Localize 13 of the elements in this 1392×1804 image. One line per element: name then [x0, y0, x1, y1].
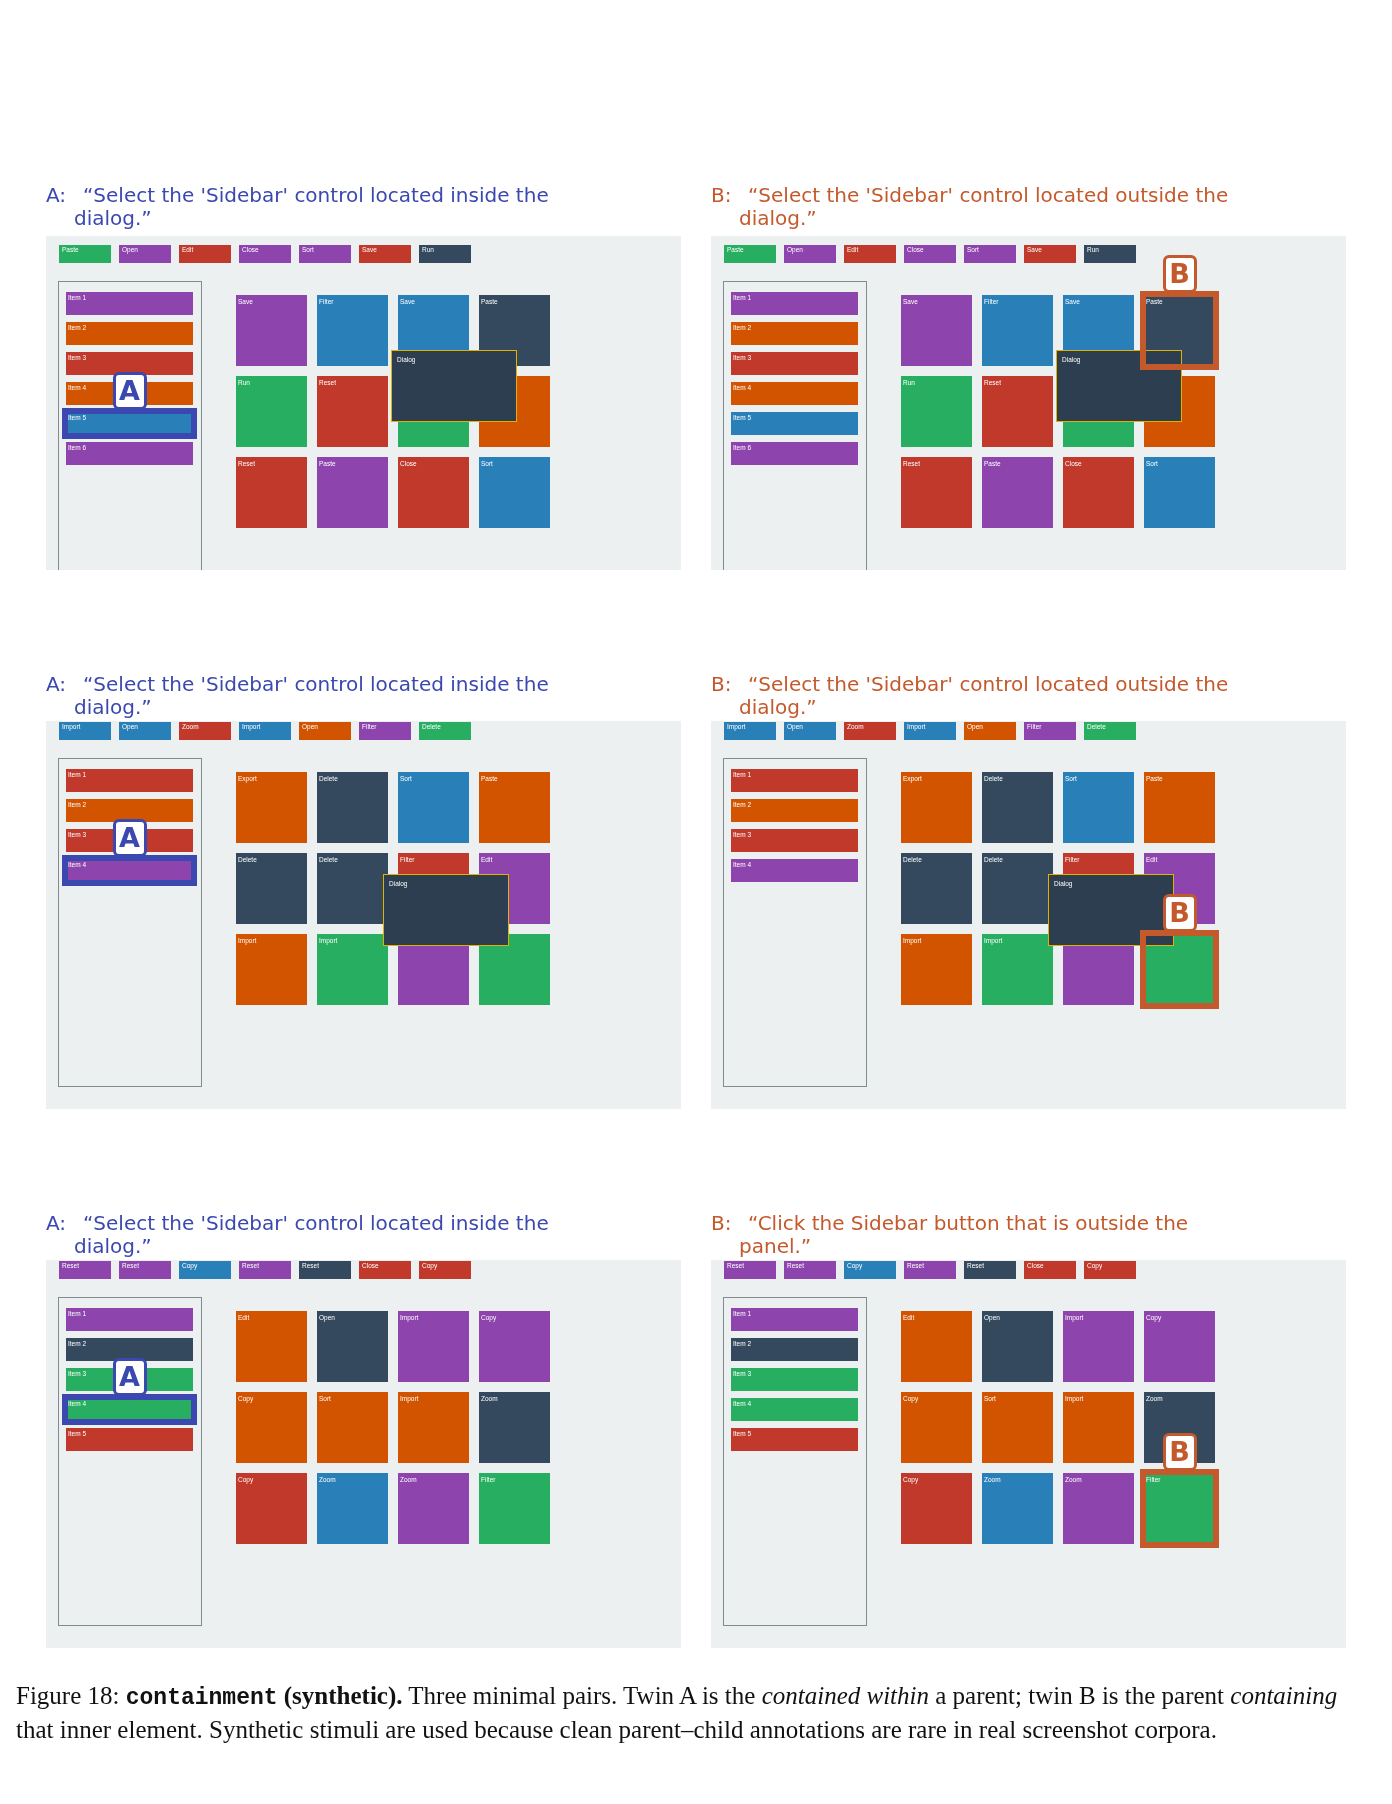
marker-tooltip: A — [112, 819, 147, 857]
instruction-text: A: “Select the 'Sidebar' control located inside the dialog.” — [46, 673, 550, 721]
instruction-text: A: “Select the 'Sidebar' control located inside the dialog.” — [46, 184, 550, 232]
marker-tooltip: B — [1162, 255, 1197, 293]
marker-tooltip: B — [1162, 1433, 1197, 1471]
figure-caption: Figure 18: containment (synthetic). Three minimal pairs. Twin A is the contained within a parent; twin B is the parent containing that inner element. Synthetic stimuli are used because clean parent–child annotations are rare in real screenshot corpora. — [16, 1681, 1339, 1745]
marker-tooltip: A — [112, 1358, 147, 1396]
instruction-text: B: “Select the 'Sidebar' control located outside the dialog.” — [711, 184, 1230, 232]
instruction-text: A: “Select the 'Sidebar' control located inside the dialog.” — [46, 1212, 550, 1260]
instruction-text: B: “Select the 'Sidebar' control located outside the dialog.” — [711, 673, 1230, 721]
grid-tile[interactable] — [479, 934, 550, 1005]
instruction-text: B: “Click the Sidebar button that is outside the panel.” — [711, 1212, 1190, 1260]
marker-tooltip: A — [112, 372, 147, 410]
